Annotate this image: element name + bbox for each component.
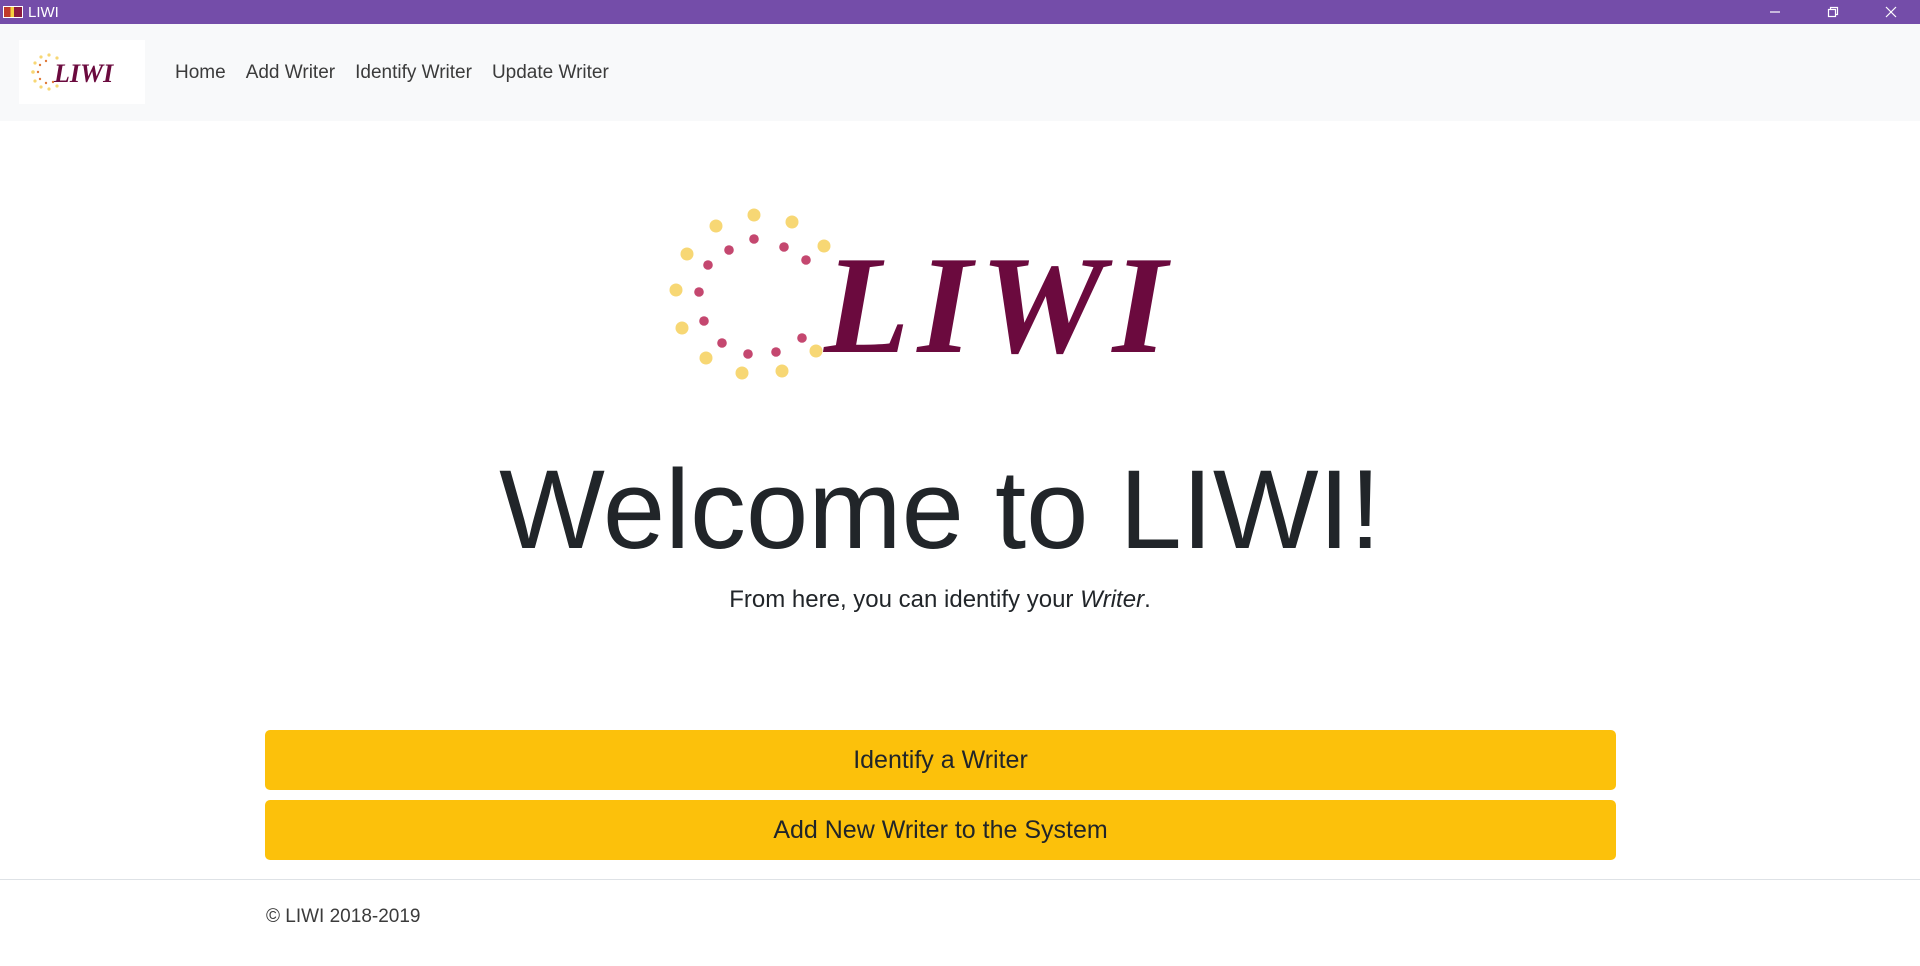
- identify-writer-button[interactable]: Identify a Writer: [265, 730, 1616, 790]
- welcome-subtitle: From here, you can identify your Writer.: [0, 586, 1880, 614]
- nav-links: Home Add Writer Identify Writer Update W…: [165, 24, 619, 121]
- nav-link-identify-writer[interactable]: Identify Writer: [355, 62, 472, 84]
- window-title-bar: LIWI: [0, 0, 1920, 24]
- subtitle-prefix: From here, you can identify your: [729, 586, 1081, 613]
- navbar-brand-logo[interactable]: LIWI: [19, 40, 145, 104]
- liwi-hero-logo: LIWI: [669, 208, 1175, 383]
- svg-text:LIWI: LIWI: [53, 59, 114, 88]
- close-icon[interactable]: [1862, 0, 1920, 24]
- footer-copyright: © LIWI 2018-2019: [266, 906, 421, 927]
- footer-divider: [0, 879, 1920, 880]
- liwi-logo-small: LIWI: [31, 53, 114, 91]
- nav-link-update-writer[interactable]: Update Writer: [492, 62, 609, 84]
- subtitle-emphasis: Writer: [1080, 586, 1145, 613]
- navbar: LIWI Home Add Writer Identify Writer Upd…: [0, 24, 1920, 121]
- nav-link-add-writer[interactable]: Add Writer: [246, 62, 335, 84]
- nav-link-home[interactable]: Home: [175, 62, 226, 84]
- svg-text:LIWI: LIWI: [822, 228, 1175, 383]
- window-controls: [1746, 0, 1920, 24]
- minimize-icon[interactable]: [1746, 0, 1804, 24]
- subtitle-suffix: .: [1144, 586, 1151, 613]
- restore-icon[interactable]: [1804, 0, 1862, 24]
- window-title: LIWI: [28, 3, 59, 21]
- app-icon: [3, 6, 23, 18]
- add-new-writer-button[interactable]: Add New Writer to the System: [265, 800, 1616, 860]
- welcome-heading: Welcome to LIWI!: [499, 447, 1381, 572]
